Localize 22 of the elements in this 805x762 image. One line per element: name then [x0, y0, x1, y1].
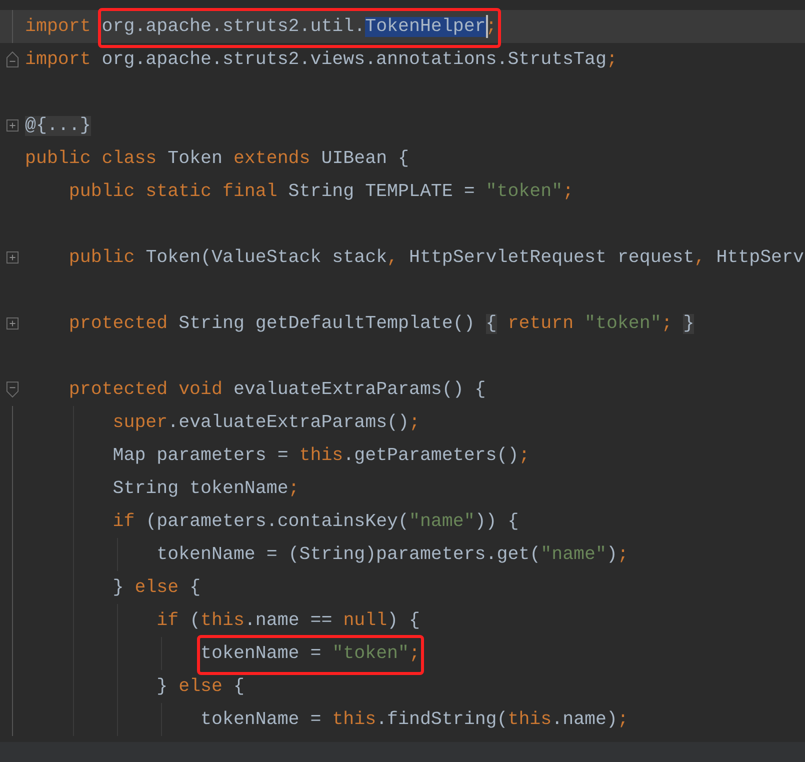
fold-collapse-icon[interactable]	[6, 381, 19, 398]
code-line: protected void evaluateExtraParams() {	[68, 380, 486, 400]
code-line: import org.apache.struts2.util.TokenHelper;	[25, 16, 497, 36]
code-line: protected String getDefaultTemplate() { return "token"; }	[68, 314, 694, 334]
code-line: public Token(ValueStack stack, HttpServletRequest request, HttpServ	[68, 248, 804, 268]
code-line: public class Token extends UIBean {	[25, 148, 409, 168]
code-line: } else {	[156, 676, 244, 696]
fold-expand-icon[interactable]	[6, 317, 19, 330]
code-line: if (this.name == null) {	[156, 610, 420, 630]
code-line: tokenName = this.findString(this.name);	[200, 710, 628, 730]
code-line: import org.apache.struts2.views.annotations.StrutsTag;	[25, 50, 618, 70]
fold-collapse-icon[interactable]	[6, 51, 19, 68]
code-line: super.evaluateExtraParams();	[112, 412, 420, 432]
code-line: tokenName = (String)parameters.get("name");	[156, 544, 628, 564]
fold-expand-icon[interactable]	[6, 251, 19, 264]
fold-expand-icon[interactable]	[6, 119, 19, 132]
code-line: public static final String TEMPLATE = "token";	[68, 182, 574, 202]
code-line: tokenName = "token";	[200, 644, 420, 664]
code-line: String tokenName;	[112, 478, 300, 498]
code-line: Map parameters = this.getParameters();	[112, 446, 530, 466]
code-line: if (parameters.containsKey("name")) {	[112, 512, 519, 532]
code-line: } else {	[112, 578, 201, 598]
